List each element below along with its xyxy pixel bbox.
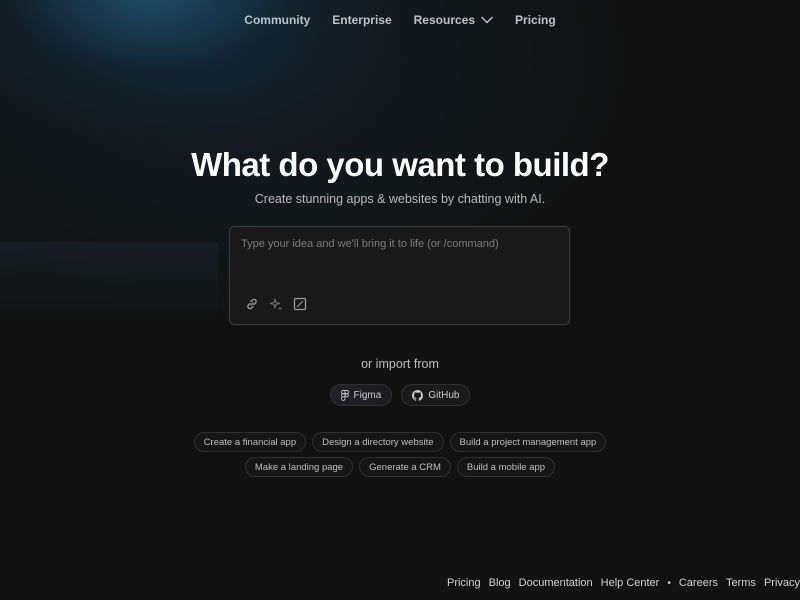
page-subtitle: Create stunning apps & websites by chatt… xyxy=(254,192,546,206)
prompt-toolbar xyxy=(244,296,308,312)
nav-community-label: Community xyxy=(244,13,311,27)
suggestion-chip[interactable]: Design a directory website xyxy=(312,432,444,452)
nav-resources-label: Resources xyxy=(413,13,476,27)
import-figma-label: Figma xyxy=(353,389,382,401)
github-icon xyxy=(412,389,424,401)
side-glow xyxy=(0,242,218,322)
figma-icon xyxy=(340,389,349,401)
suggestion-chip[interactable]: Build a mobile app xyxy=(456,457,556,477)
import-github-button[interactable]: GitHub xyxy=(401,384,471,406)
prompt-input[interactable] xyxy=(241,238,559,278)
page-title: What do you want to build? xyxy=(191,146,609,183)
footer-link-careers[interactable]: Careers xyxy=(679,577,718,589)
expand-button[interactable] xyxy=(292,296,308,312)
import-sources: Figma GitHub xyxy=(0,384,800,406)
suggestion-chip[interactable]: Generate a CRM xyxy=(359,457,451,477)
import-figma-button[interactable]: Figma xyxy=(329,384,393,406)
attach-link-button[interactable] xyxy=(244,296,260,312)
enhance-prompt-button[interactable] xyxy=(268,296,284,312)
nav-resources[interactable]: Resources xyxy=(403,0,504,40)
nav-enterprise[interactable]: Enterprise xyxy=(321,0,402,40)
footer-link-privacy[interactable]: Privacy xyxy=(764,577,800,589)
footer-separator: • xyxy=(667,577,671,589)
suggestion-chip[interactable]: Make a landing page xyxy=(244,457,354,477)
footer-link-pricing[interactable]: Pricing xyxy=(447,577,481,589)
nav-pricing[interactable]: Pricing xyxy=(504,0,567,40)
footer-link-blog[interactable]: Blog xyxy=(489,577,511,589)
import-label: or import from xyxy=(361,357,439,371)
suggestion-chip[interactable]: Build a project management app xyxy=(449,432,607,452)
import-github-label: GitHub xyxy=(428,389,460,401)
footer-link-documentation[interactable]: Documentation xyxy=(519,577,593,589)
suggestion-row-2: Make a landing page Generate a CRM Build… xyxy=(0,457,800,477)
expand-icon xyxy=(293,297,307,311)
footer-link-help-center[interactable]: Help Center xyxy=(601,577,660,589)
chevron-down-icon xyxy=(481,16,493,24)
nav-enterprise-label: Enterprise xyxy=(332,13,392,27)
suggestion-row-1: Create a financial app Design a director… xyxy=(0,432,800,452)
nav-community[interactable]: Community xyxy=(233,0,321,40)
top-nav: Community Enterprise Resources Pricing xyxy=(0,0,800,40)
nav-pricing-label: Pricing xyxy=(515,13,556,27)
link-icon xyxy=(247,298,257,310)
footer: Pricing Blog Documentation Help Center •… xyxy=(447,575,800,591)
sparkle-icon xyxy=(269,298,282,311)
footer-link-terms[interactable]: Terms xyxy=(726,577,756,589)
prompt-box xyxy=(229,226,570,325)
page: Community Enterprise Resources Pricing W… xyxy=(0,0,800,600)
suggestion-chip[interactable]: Create a financial app xyxy=(193,432,307,452)
